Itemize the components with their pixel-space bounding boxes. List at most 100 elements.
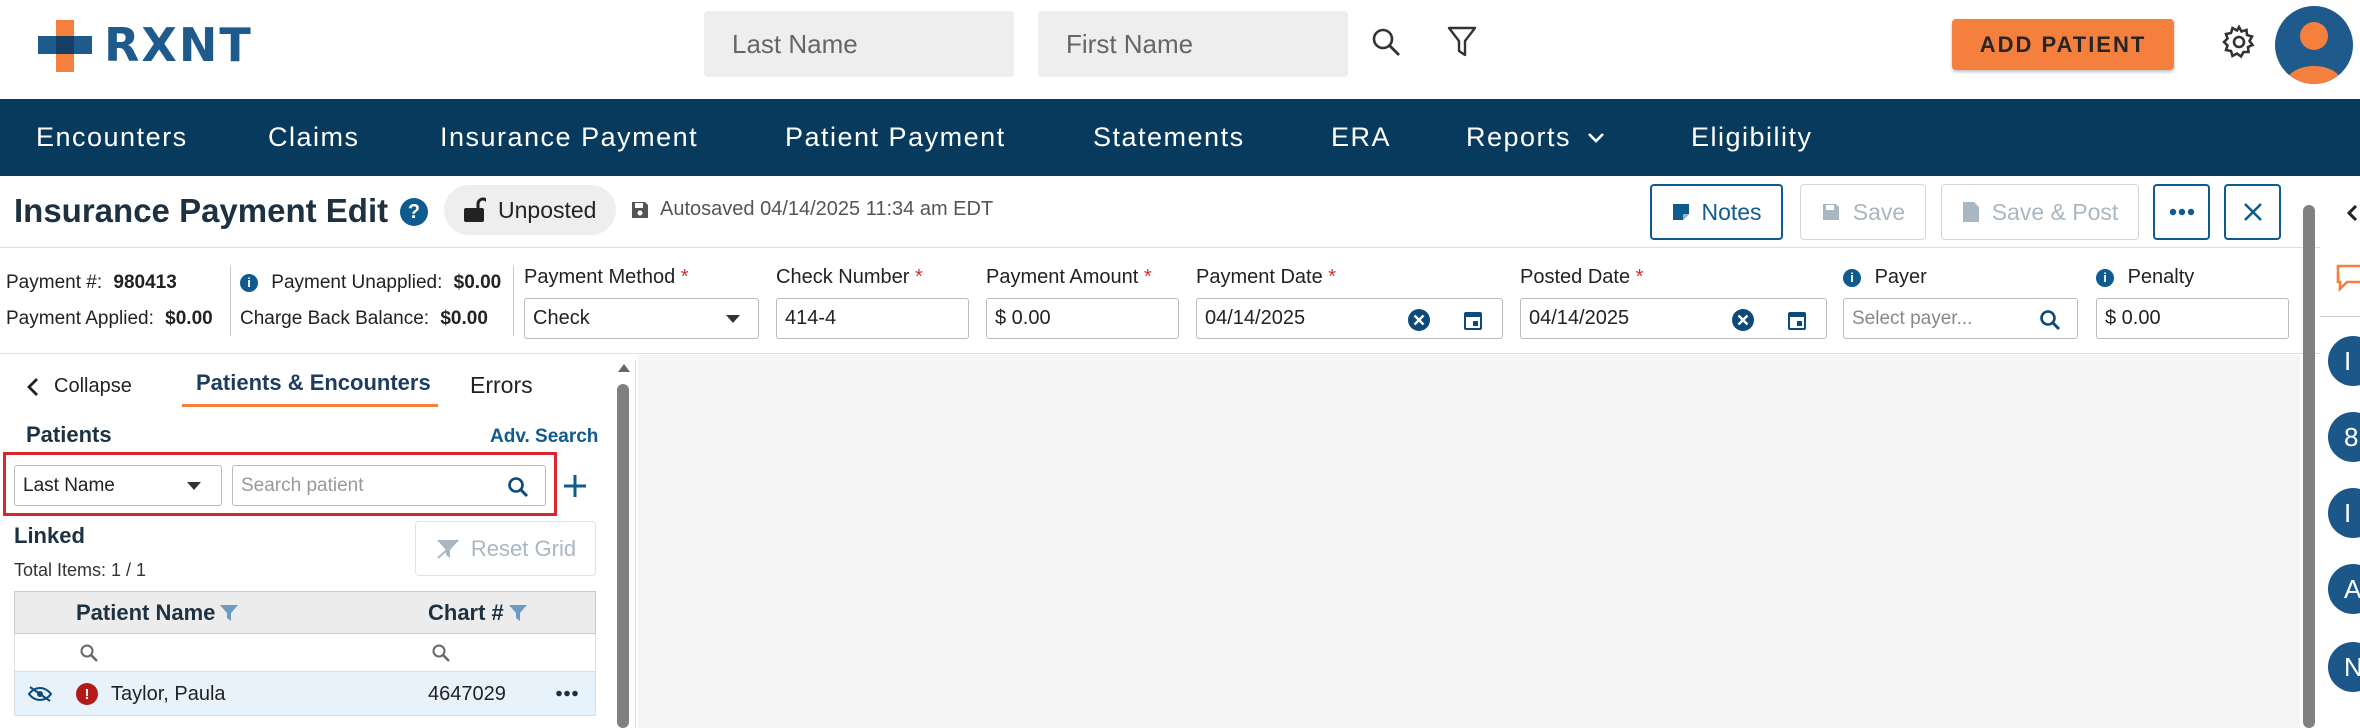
help-icon[interactable]: ? xyxy=(400,198,428,226)
payment-applied: Payment Applied: $0.00 xyxy=(6,308,213,330)
more-options-button[interactable] xyxy=(2153,184,2210,240)
nav-era[interactable]: ERA xyxy=(1331,99,1391,176)
nav-eligibility[interactable]: Eligibility xyxy=(1691,99,1813,176)
notes-button[interactable]: Notes xyxy=(1650,184,1783,240)
info-icon: i xyxy=(1843,268,1861,287)
save-disk-icon xyxy=(632,201,648,218)
payment-number-value: 980413 xyxy=(113,272,177,293)
search-icon[interactable] xyxy=(2039,309,2061,331)
unposted-status-toggle[interactable]: Unposted xyxy=(444,185,616,235)
chat-icon[interactable] xyxy=(2335,262,2360,292)
clear-icon[interactable] xyxy=(1731,308,1755,332)
nav-claims[interactable]: Claims xyxy=(268,99,360,176)
check-number-input[interactable]: 414-4 xyxy=(776,298,969,339)
side-avatar-5[interactable]: N xyxy=(2328,642,2360,692)
notes-label: Notes xyxy=(1701,198,1762,225)
required-mark: * xyxy=(1328,266,1337,288)
alert-icon[interactable]: ! xyxy=(76,683,98,705)
reset-grid-label: Reset Grid xyxy=(470,535,577,561)
filter-icon[interactable] xyxy=(1444,24,1480,60)
add-patient-plus-icon[interactable] xyxy=(562,473,588,499)
nav-encounters[interactable]: Encounters xyxy=(36,99,188,176)
side-avatar-3[interactable]: I xyxy=(2328,488,2360,538)
nav-reports-label: Reports xyxy=(1466,122,1572,152)
tab-errors[interactable]: Errors xyxy=(470,372,533,399)
side-avatar-2[interactable]: 8 xyxy=(2328,412,2360,462)
payment-method-value: Check xyxy=(533,307,590,329)
column-patient-name[interactable]: Patient Name xyxy=(76,600,239,626)
payment-amount-input[interactable]: $ 0.00 xyxy=(986,298,1179,339)
grid-header: Patient Name Chart # xyxy=(14,591,596,634)
collapse-button[interactable]: Collapse xyxy=(26,375,132,398)
column-filter-icon[interactable] xyxy=(219,604,239,622)
user-avatar[interactable] xyxy=(2275,6,2353,84)
payment-date-value: 04/14/2025 xyxy=(1205,307,1306,329)
add-patient-button[interactable]: ADD PATIENT xyxy=(1952,19,2174,70)
check-number-label-text: Check Number xyxy=(776,266,910,288)
calendar-icon[interactable] xyxy=(1463,309,1483,331)
tab-patients-encounters[interactable]: Patients & Encounters xyxy=(196,370,431,396)
scroll-up-arrow-icon[interactable] xyxy=(618,364,630,372)
required-mark: * xyxy=(680,266,689,288)
divider xyxy=(230,266,231,336)
side-avatar-1[interactable]: I xyxy=(2328,336,2360,386)
column-chart-number[interactable]: Chart # xyxy=(428,600,528,626)
search-icon[interactable] xyxy=(1368,24,1404,60)
payment-date-input[interactable]: 04/14/2025 xyxy=(1196,298,1503,339)
table-row[interactable]: ! Taylor, Paula 4647029 xyxy=(14,672,596,716)
nav-patient-payment[interactable]: Patient Payment xyxy=(785,99,1006,176)
note-icon xyxy=(1673,204,1690,220)
side-avatar-4[interactable]: A xyxy=(2328,564,2360,614)
status-label: Unposted xyxy=(498,196,597,223)
search-icon[interactable] xyxy=(431,643,451,663)
penalty-input[interactable]: $ 0.00 xyxy=(2096,298,2289,339)
nav-statements[interactable]: Statements xyxy=(1093,99,1245,176)
document-icon xyxy=(1962,202,1979,222)
settings-gear-icon[interactable] xyxy=(2219,22,2259,62)
payment-unapplied-label: Payment Unapplied: xyxy=(271,272,443,293)
patient-name-cell[interactable]: Taylor, Paula xyxy=(111,683,226,706)
reset-grid-button[interactable]: Reset Grid xyxy=(415,521,596,576)
payment-date-label-text: Payment Date xyxy=(1196,266,1323,288)
autosave-indicator: Autosaved 04/14/2025 11:34 am EDT xyxy=(630,198,993,221)
save-button[interactable]: Save xyxy=(1800,184,1926,240)
payment-applied-label: Payment Applied: xyxy=(6,308,154,329)
payment-method-select[interactable]: Check xyxy=(524,298,759,339)
close-button[interactable] xyxy=(2224,184,2281,240)
filter-clear-icon xyxy=(436,538,459,559)
posted-date-input[interactable]: 04/14/2025 xyxy=(1520,298,1827,339)
chargeback-value: $0.00 xyxy=(440,308,488,329)
logo-cross-icon xyxy=(36,14,98,76)
left-panel-scrollbar[interactable] xyxy=(612,360,636,728)
calendar-icon[interactable] xyxy=(1787,309,1807,331)
last-name-search-input[interactable]: Last Name xyxy=(704,11,1014,77)
scroll-thumb[interactable] xyxy=(617,384,629,728)
payment-info-bar: Payment #: 980413 Payment Applied: $0.00… xyxy=(0,248,2320,354)
main-nav: Encounters Claims Insurance Payment Pati… xyxy=(0,99,2360,176)
column-patient-name-label: Patient Name xyxy=(76,600,216,625)
column-filter-icon[interactable] xyxy=(508,604,528,622)
first-name-search-input[interactable]: First Name xyxy=(1038,11,1348,77)
linked-heading: Linked xyxy=(14,523,85,548)
nav-reports[interactable]: Reports xyxy=(1466,99,1605,176)
required-mark: * xyxy=(1143,266,1152,288)
unlock-icon xyxy=(464,197,486,222)
nav-insurance-payment[interactable]: Insurance Payment xyxy=(440,99,698,176)
page-scroll-thumb[interactable] xyxy=(2303,205,2315,728)
rxnt-logo[interactable]: RXNT xyxy=(36,14,253,76)
page-header: Insurance Payment Edit ? Unposted Autosa… xyxy=(0,176,2320,248)
save-icon xyxy=(1822,204,1839,220)
save-and-post-button[interactable]: Save & Post xyxy=(1941,184,2139,240)
row-ellipsis-icon[interactable] xyxy=(556,690,578,697)
save-post-label: Save & Post xyxy=(1991,198,2119,225)
eye-hidden-icon[interactable] xyxy=(27,685,53,703)
clear-icon[interactable] xyxy=(1407,308,1431,332)
total-items: Total Items: 1 / 1 xyxy=(14,560,147,580)
advanced-search-link[interactable]: Adv. Search xyxy=(490,426,598,448)
payer-search-input[interactable]: Select payer... xyxy=(1843,298,2078,339)
chevron-left-icon[interactable] xyxy=(2347,205,2357,221)
payment-number: Payment #: 980413 xyxy=(6,272,177,294)
logo-text: RXNT xyxy=(104,18,253,72)
payment-amount-label-text: Payment Amount xyxy=(986,266,1139,288)
search-icon[interactable] xyxy=(79,643,99,663)
